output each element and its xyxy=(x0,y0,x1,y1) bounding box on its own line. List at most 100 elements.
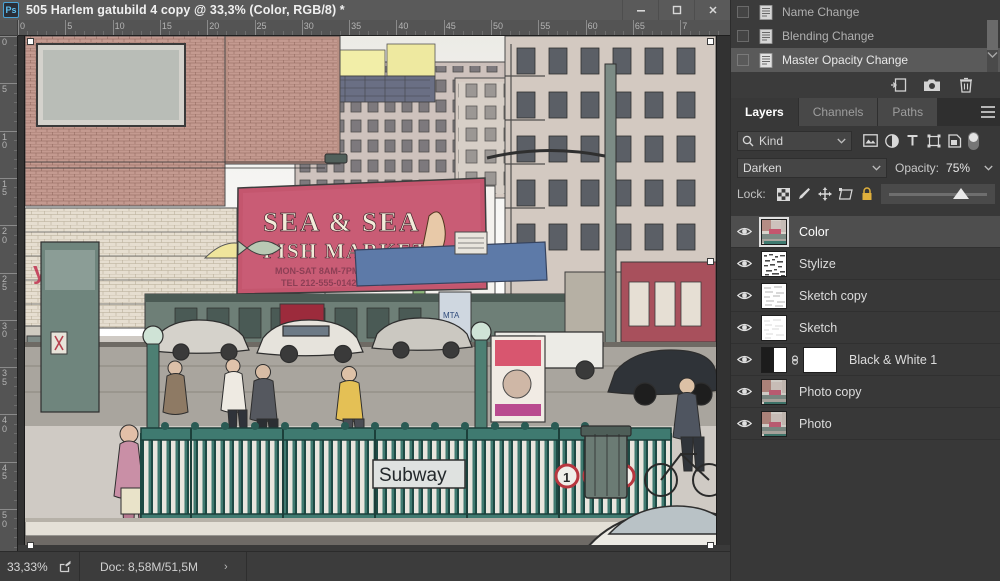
ruler-minor-tick xyxy=(576,31,578,35)
opacity-control[interactable]: Opacity: 75% xyxy=(895,161,993,175)
layer-row-sketch-copy[interactable]: Sketch copy xyxy=(731,280,1000,312)
layer-name[interactable]: Photo xyxy=(799,417,832,431)
history-snapshot-checkbox[interactable] xyxy=(737,6,749,18)
share-icon[interactable] xyxy=(59,560,72,573)
tab-channels[interactable]: Channels xyxy=(798,98,879,126)
layer-row-photo-copy[interactable]: Photo copy xyxy=(731,376,1000,408)
lock-all-icon[interactable] xyxy=(857,184,878,204)
layer-thumbnail[interactable] xyxy=(761,314,787,341)
filter-kind-select[interactable]: Kind xyxy=(737,130,852,151)
vertical-ruler[interactable]: 0 5 1 0 1 5 2 0 2 5 3 0 3 5 4 0 4 5 5 0 xyxy=(0,36,18,551)
filter-smart-object-icon[interactable] xyxy=(944,130,965,151)
canvas-handle-bottom-left[interactable] xyxy=(27,542,34,549)
trash-icon[interactable] xyxy=(949,74,983,96)
ruler-label: 50 xyxy=(493,21,504,31)
slider-handle[interactable] xyxy=(953,188,969,199)
canvas-handle-top-left[interactable] xyxy=(27,38,34,45)
layer-mask-thumbnail[interactable] xyxy=(803,346,837,373)
layer-visibility-toggle[interactable] xyxy=(731,376,757,408)
document-canvas[interactable]: y SEA & SEA FISH MARKET MON-SAT 8AM-7PM … xyxy=(25,36,716,551)
ruler-minor-tick xyxy=(509,31,511,35)
layer-visibility-toggle[interactable] xyxy=(731,280,757,312)
filter-enable-toggle[interactable] xyxy=(967,130,980,151)
layer-thumbnail[interactable] xyxy=(761,410,787,437)
lock-artboard-nesting-icon[interactable] xyxy=(836,184,857,204)
layer-visibility-toggle[interactable] xyxy=(731,344,757,376)
tab-layers[interactable]: Layers xyxy=(731,98,799,126)
opacity-value[interactable]: 75% xyxy=(946,161,970,175)
layer-name[interactable]: Color xyxy=(799,225,829,239)
canvas-viewport[interactable]: y SEA & SEA FISH MARKET MON-SAT 8AM-7PM … xyxy=(18,36,730,551)
history-item-master-opacity-change[interactable]: Master Opacity Change xyxy=(731,48,1000,72)
ruler-minor-tick xyxy=(311,31,313,35)
ruler-minor-tick xyxy=(140,31,142,35)
blend-mode-row: Darken Opacity: 75% xyxy=(731,155,1000,181)
layer-name[interactable]: Sketch xyxy=(799,321,837,335)
layer-row-sketch[interactable]: Sketch xyxy=(731,312,1000,344)
ruler-minor-tick xyxy=(330,31,332,35)
lock-position-icon[interactable] xyxy=(815,184,836,204)
horizontal-ruler[interactable]: 0 5 10 15 20 25 30 35 40 45 50 55 60 65 7 xyxy=(18,20,730,36)
layer-visibility-toggle[interactable] xyxy=(731,312,757,344)
maximize-button[interactable] xyxy=(658,0,694,20)
ruler-minor-tick xyxy=(226,31,228,35)
layer-name[interactable]: Photo copy xyxy=(799,385,862,399)
filter-shape-layers-icon[interactable] xyxy=(923,130,944,151)
filter-adjustment-layers-icon[interactable] xyxy=(881,130,902,151)
layer-thumbnail[interactable] xyxy=(761,282,787,309)
ruler-corner[interactable] xyxy=(0,20,18,36)
ruler-minor-tick xyxy=(642,31,644,35)
history-item-blending-change[interactable]: Blending Change xyxy=(731,24,1000,48)
layer-name[interactable]: Sketch copy xyxy=(799,289,867,303)
blend-mode-value: Darken xyxy=(743,161,782,175)
ruler-minor-tick xyxy=(377,31,379,35)
layer-name[interactable]: Black & White 1 xyxy=(849,353,937,367)
layer-row-photo[interactable]: Photo xyxy=(731,408,1000,440)
history-snapshot-checkbox[interactable] xyxy=(737,30,749,42)
ruler-minor-tick xyxy=(623,31,625,35)
layer-name[interactable]: Stylize xyxy=(799,257,836,271)
zoom-level[interactable]: 33,33% xyxy=(0,560,56,574)
layer-filter-row: Kind xyxy=(731,126,1000,155)
canvas-handle-top-right[interactable] xyxy=(707,38,714,45)
history-scrollbar-thumb[interactable] xyxy=(987,20,998,50)
chevron-down-icon[interactable] xyxy=(984,163,993,173)
layer-row-color[interactable]: Color xyxy=(731,216,1000,248)
chevron-down-icon[interactable] xyxy=(986,48,998,62)
layer-visibility-toggle[interactable] xyxy=(731,248,757,280)
canvas-handle-bottom-right[interactable] xyxy=(707,542,714,549)
new-doc-icon[interactable] xyxy=(881,74,915,96)
adjustment-layer-thumbnail[interactable] xyxy=(761,346,787,373)
lock-transparent-pixels-icon[interactable] xyxy=(773,184,794,204)
tab-paths[interactable]: Paths xyxy=(878,98,939,126)
close-button[interactable] xyxy=(694,0,730,20)
history-snapshot-checkbox[interactable] xyxy=(737,54,749,66)
svg-text:SEA & SEA: SEA & SEA xyxy=(263,207,421,237)
ruler-minor-tick xyxy=(500,31,502,35)
link-icon[interactable] xyxy=(787,352,803,368)
ruler-label: 15 xyxy=(161,21,172,31)
layer-visibility-toggle[interactable] xyxy=(731,216,757,248)
layer-thumbnail[interactable] xyxy=(761,250,787,277)
panel-menu-icon[interactable] xyxy=(981,106,995,118)
history-item-name-change[interactable]: Name Change xyxy=(731,0,1000,24)
blend-mode-select[interactable]: Darken xyxy=(737,158,887,178)
lock-image-pixels-icon[interactable] xyxy=(794,184,815,204)
chevron-down-icon[interactable] xyxy=(872,163,881,173)
canvas-handle-mid-right[interactable] xyxy=(707,258,714,265)
filter-type-layers-icon[interactable] xyxy=(902,130,923,151)
layer-row-black-and-white-1[interactable]: Black & White 1 xyxy=(731,344,1000,376)
filter-pixel-layers-icon[interactable] xyxy=(860,130,881,151)
ruler-label: 3 0 xyxy=(2,320,8,340)
chevron-down-icon[interactable] xyxy=(837,136,846,146)
layer-thumbnail[interactable] xyxy=(761,378,787,405)
svg-text:MON-SAT 8AM-7PM: MON-SAT 8AM-7PM xyxy=(275,266,359,276)
ruler-minor-tick xyxy=(320,31,322,35)
layer-thumbnail[interactable] xyxy=(759,216,789,247)
layer-visibility-toggle[interactable] xyxy=(731,408,757,440)
camera-icon[interactable] xyxy=(915,74,949,96)
layer-row-stylize[interactable]: Stylize xyxy=(731,248,1000,280)
status-expand-chevron[interactable]: › xyxy=(224,561,228,573)
minimize-button[interactable] xyxy=(622,0,658,20)
fill-opacity-slider[interactable] xyxy=(881,184,995,204)
